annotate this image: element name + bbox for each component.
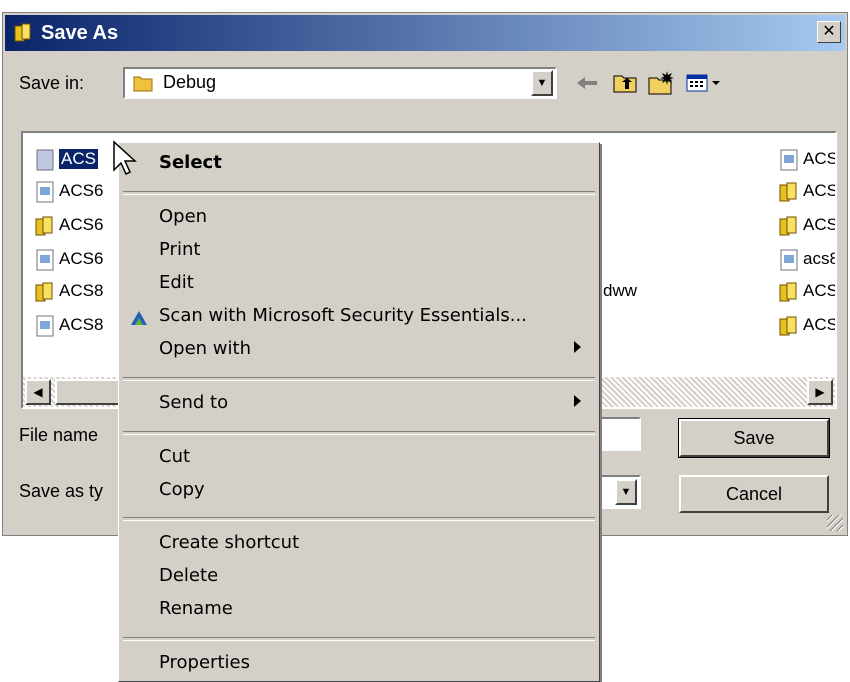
exe-icon — [779, 216, 797, 236]
save-as-type-dropdown-button[interactable]: ▼ — [615, 479, 637, 505]
document-icon — [36, 149, 54, 171]
exe-icon — [779, 182, 797, 202]
menu-item-rename[interactable]: Rename — [123, 593, 595, 625]
resize-grip[interactable] — [827, 515, 843, 531]
menu-item-scan[interactable]: Scan with Microsoft Security Essentials.… — [123, 300, 595, 332]
back-arrow-icon[interactable] — [573, 69, 601, 97]
save-button[interactable]: Save — [678, 418, 830, 458]
menu-separator — [123, 637, 595, 641]
chevron-left-icon: ◀ — [33, 385, 43, 399]
document-icon — [36, 315, 54, 337]
menu-separator — [123, 377, 595, 381]
chevron-right-icon: ▶ — [815, 385, 825, 399]
exe-icon — [35, 216, 53, 236]
close-button[interactable]: ✕ — [817, 21, 841, 43]
document-icon — [780, 149, 798, 171]
security-shield-icon — [131, 311, 147, 325]
document-icon — [780, 249, 798, 271]
up-folder-icon[interactable] — [611, 69, 639, 97]
app-icon — [14, 23, 31, 42]
menu-separator — [123, 431, 595, 435]
chevron-down-icon: ▼ — [536, 77, 548, 89]
file-name-label: File name — [19, 425, 99, 445]
save-in-combo[interactable]: Debug — [123, 67, 557, 99]
save-as-type-label: Save as ty — [19, 481, 104, 501]
context-menu: Select Open Print Edit Scan with Microso… — [118, 142, 600, 682]
menu-item-delete[interactable]: Delete — [123, 560, 595, 592]
cancel-button[interactable]: Cancel — [679, 475, 829, 513]
save-in-value: Debug — [163, 72, 217, 92]
exe-icon — [35, 282, 53, 302]
exe-icon — [779, 282, 797, 302]
document-icon — [36, 181, 54, 203]
new-folder-icon[interactable] — [647, 69, 675, 97]
scroll-left-button[interactable]: ◀ — [25, 379, 51, 405]
menu-item-send-to[interactable]: Send to — [123, 387, 595, 419]
menu-separator — [123, 191, 595, 195]
window-title: Save As — [41, 22, 119, 44]
menu-item-print[interactable]: Print — [123, 234, 595, 266]
scroll-right-button[interactable]: ▶ — [807, 379, 833, 405]
submenu-arrow-icon — [574, 341, 581, 353]
menu-item-copy[interactable]: Copy — [123, 474, 595, 506]
chevron-down-icon: ▼ — [620, 486, 632, 498]
close-icon: ✕ — [822, 23, 836, 40]
title-bar[interactable]: Save As ✕ — [5, 15, 845, 51]
document-icon — [36, 249, 54, 271]
exe-icon — [779, 316, 797, 336]
menu-item-create-shortcut[interactable]: Create shortcut — [123, 527, 595, 559]
folder-icon — [133, 76, 153, 92]
menu-separator — [123, 517, 595, 521]
menu-item-select[interactable]: Select — [123, 147, 595, 179]
save-in-dropdown-button[interactable]: ▼ — [531, 70, 553, 96]
menu-item-open-with[interactable]: Open with — [123, 333, 595, 365]
save-in-label: Save in: — [19, 73, 85, 93]
menu-item-edit[interactable]: Edit — [123, 267, 595, 299]
submenu-arrow-icon — [574, 395, 581, 407]
view-menu-icon[interactable] — [685, 69, 727, 97]
menu-item-cut[interactable]: Cut — [123, 441, 595, 473]
menu-item-properties[interactable]: Properties — [123, 647, 595, 679]
menu-item-open[interactable]: Open — [123, 201, 595, 233]
mouse-cursor-icon — [113, 140, 137, 176]
